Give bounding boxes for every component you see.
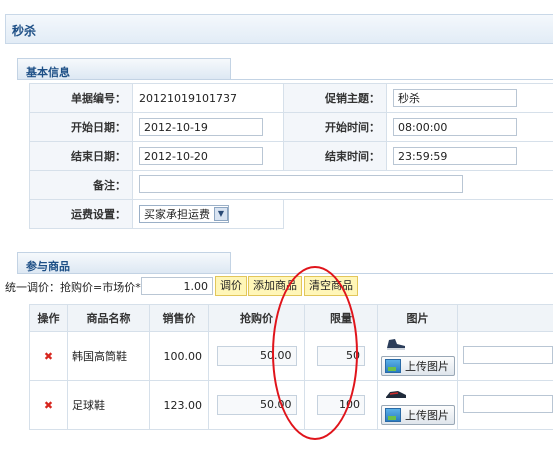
end-time-input[interactable]: 23:59:59 xyxy=(393,147,517,165)
section-goods: 参与商品 xyxy=(17,252,231,274)
goods-price: 123.00 xyxy=(149,380,209,430)
delete-icon[interactable]: ✖ xyxy=(29,331,68,381)
col-header-image: 图片 xyxy=(377,304,458,332)
doc-no-label: 单据编号： xyxy=(29,83,133,113)
col-header-price: 销售价 xyxy=(149,304,209,332)
start-date-input[interactable]: 2012-10-19 xyxy=(139,118,263,136)
upload-image-label: 上传图片 xyxy=(405,359,449,373)
annotation-ellipse xyxy=(272,266,358,440)
delete-icon[interactable]: ✖ xyxy=(29,380,68,430)
adjust-price-button[interactable]: 调价 xyxy=(215,276,247,296)
image-icon xyxy=(385,407,401,422)
col-header-action: 操作 xyxy=(29,304,68,332)
image-path-input[interactable] xyxy=(463,394,553,413)
end-time-label: 结束时间： xyxy=(283,141,387,171)
remark-label: 备注： xyxy=(29,170,133,200)
start-date-label: 开始日期： xyxy=(29,112,133,142)
page-title-bar: 秒杀 xyxy=(5,14,553,44)
empty-cell xyxy=(283,199,553,229)
goods-name: 韩国高筒鞋 xyxy=(67,331,150,381)
goods-price: 100.00 xyxy=(149,331,209,381)
doc-no-value: 20121019101737 xyxy=(139,91,237,105)
end-date-label: 结束日期： xyxy=(29,141,133,171)
promo-input[interactable]: 秒杀 xyxy=(393,89,517,107)
basic-info-table: 单据编号： 20121019101737 促销主题： 秒杀 开始日期： 2012… xyxy=(29,83,553,229)
remark-input[interactable] xyxy=(139,174,463,193)
shipping-label: 运费设置： xyxy=(29,199,133,229)
image-icon xyxy=(385,358,401,373)
shoe-thumbnail-icon xyxy=(387,338,405,350)
upload-image-button[interactable]: 上传图片 xyxy=(381,404,455,425)
image-path-input[interactable] xyxy=(463,345,553,364)
section-divider xyxy=(231,273,553,274)
page-frame: 秒杀 基本信息 单据编号： 20121019101737 促销主题： 秒杀 开始… xyxy=(0,0,553,449)
section-divider xyxy=(231,79,553,80)
upload-image-label: 上传图片 xyxy=(405,408,449,422)
goods-name: 足球鞋 xyxy=(67,380,150,430)
upload-image-button[interactable]: 上传图片 xyxy=(381,355,455,376)
adjust-toolbar: 统一调价：抢购价=市场价* 1.00 调价 添加商品 清空商品 xyxy=(0,276,553,298)
adjust-ratio-input[interactable]: 1.00 xyxy=(141,277,213,295)
shipping-select[interactable]: 买家承担运费 ▼ xyxy=(139,205,229,223)
col-header-name: 商品名称 xyxy=(67,304,150,332)
chevron-down-icon[interactable]: ▼ xyxy=(214,207,228,221)
end-date-input[interactable]: 2012-10-20 xyxy=(139,147,263,165)
page-title: 秒杀 xyxy=(12,24,37,38)
adjust-text: 统一调价：抢购价=市场价* xyxy=(5,281,141,294)
section-basic-info: 基本信息 xyxy=(17,58,231,80)
col-header-extra xyxy=(457,304,553,332)
shoe-thumbnail-icon xyxy=(386,390,406,398)
start-time-label: 开始时间： xyxy=(283,112,387,142)
section-goods-label: 参与商品 xyxy=(26,260,70,273)
promo-label: 促销主题： xyxy=(283,83,387,113)
start-time-input[interactable]: 08:00:00 xyxy=(393,118,517,136)
shipping-select-value: 买家承担运费 xyxy=(144,208,210,221)
section-basic-info-label: 基本信息 xyxy=(26,66,70,79)
